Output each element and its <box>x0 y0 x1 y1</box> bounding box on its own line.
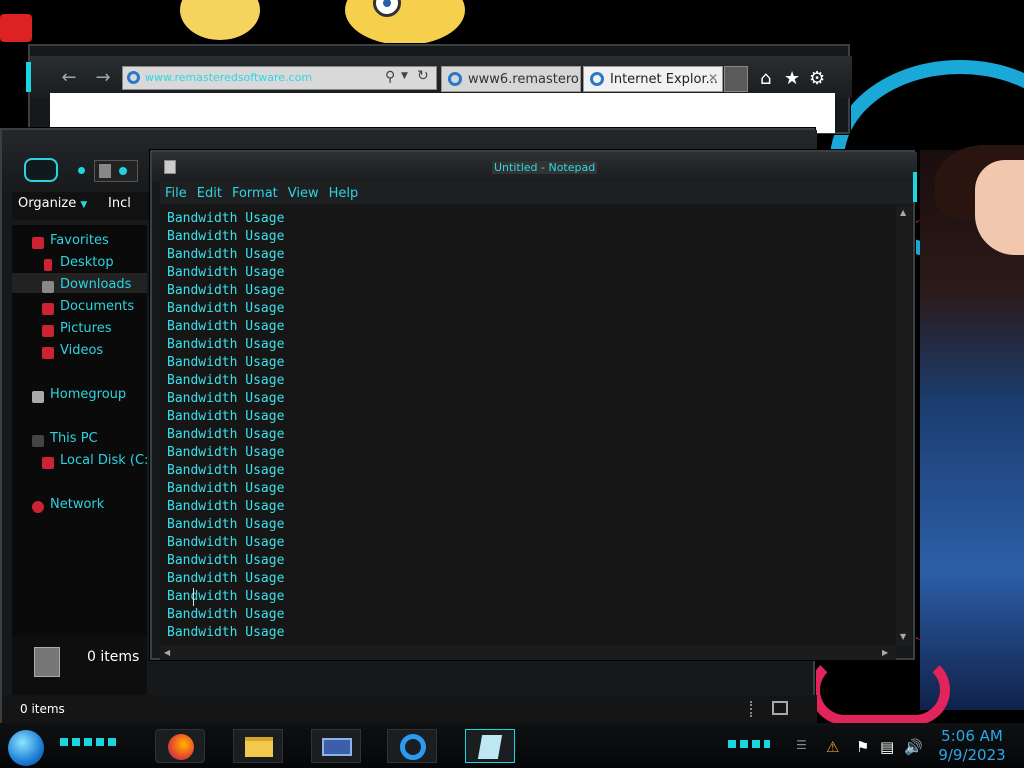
taskbar-accent <box>60 738 116 746</box>
notepad-icon <box>164 160 176 174</box>
ie-page-icon <box>127 71 140 84</box>
notepad-menu-bar: File Edit Format View Help <box>160 182 913 204</box>
details-pane: 0 items <box>12 635 147 695</box>
address-bar[interactable]: www.remasteredsoftware.com ⚲ ▼ ↻ <box>122 66 437 90</box>
tab-remastered[interactable]: www6.remastero... <box>441 66 581 92</box>
clock-date: 9/9/2023 <box>938 746 1006 764</box>
desktop-icon[interactable] <box>0 14 32 42</box>
taskbar-accent <box>728 740 770 748</box>
nav-homegroup[interactable]: Homegroup <box>50 387 126 402</box>
menu-format[interactable]: Format <box>227 183 283 201</box>
nav-network[interactable]: Network <box>50 497 104 512</box>
file-explorer-icon[interactable] <box>233 729 283 763</box>
text-cursor <box>193 588 194 606</box>
start-button[interactable] <box>8 730 44 766</box>
desktop-icon <box>44 259 52 271</box>
scroll-right-arrow-icon[interactable]: ▶ <box>882 648 888 657</box>
scroll-down-arrow-icon[interactable]: ▼ <box>900 632 906 641</box>
show-hidden-icons[interactable]: ☰ <box>796 738 807 752</box>
tab-internet-explorer[interactable]: Internet Explor... ✕ <box>583 66 723 92</box>
nav-pictures[interactable]: Pictures <box>60 321 111 336</box>
nav-this-pc[interactable]: This PC <box>50 431 98 446</box>
internet-explorer-window: ← → www.remasteredsoftware.com ⚲ ▼ ↻ www… <box>26 44 852 134</box>
this-pc-icon <box>32 435 44 447</box>
homegroup-icon <box>32 391 44 403</box>
notepad-titlebar[interactable]: Untitled - Notepad <box>152 152 917 182</box>
organize-label: Organize <box>18 196 77 211</box>
wallpaper-cartoon-character <box>180 0 260 40</box>
menu-help[interactable]: Help <box>324 183 364 201</box>
status-bar: 0 items <box>2 695 817 725</box>
menu-edit[interactable]: Edit <box>192 183 227 201</box>
search-icon[interactable]: ⚲ <box>385 69 395 85</box>
nav-downloads[interactable]: Downloads <box>60 277 131 292</box>
forward-arrow-icon[interactable]: → <box>90 66 116 92</box>
back-arrow-icon[interactable]: ← <box>56 66 82 92</box>
nav-documents[interactable]: Documents <box>60 299 134 314</box>
folder-thumbnail-icon <box>34 647 60 677</box>
notepad-title: Untitled - Notepad <box>492 161 598 174</box>
folder-icon <box>99 164 111 178</box>
tab-label: Internet Explor... <box>610 72 719 87</box>
vertical-scrollbar[interactable]: ▲ ▼ <box>896 206 912 646</box>
menu-view[interactable]: View <box>283 183 324 201</box>
notepad-window: Untitled - Notepad File Edit Format View Hel… <box>150 150 917 660</box>
pictures-icon <box>42 325 54 337</box>
nav-desktop[interactable]: Desktop <box>60 255 114 270</box>
explorer-command-bar: Organize ▼ Incl <box>12 192 152 220</box>
network-icon <box>32 501 44 513</box>
wallpaper-cartoon-face <box>345 0 465 45</box>
breadcrumb[interactable] <box>94 160 138 182</box>
gear-icon[interactable]: ⚙ <box>809 68 825 89</box>
close-tab-icon[interactable]: ✕ <box>708 71 718 85</box>
ie-tab-icon <box>590 72 604 86</box>
large-icons-view-icon[interactable] <box>772 701 788 715</box>
ie-tab-icon <box>448 72 462 86</box>
nav-favorites[interactable]: Favorites <box>50 233 109 248</box>
alert-icon[interactable]: ⚠ <box>826 738 839 756</box>
taskbar-clock[interactable]: 5:06 AM 9/9/2023 <box>930 727 1014 765</box>
notepad-taskbar-icon[interactable] <box>465 729 515 763</box>
videos-icon <box>42 347 54 359</box>
organize-button[interactable]: Organize ▼ <box>18 196 87 211</box>
scroll-left-arrow-icon[interactable]: ◀ <box>164 648 170 657</box>
documents-icon <box>42 303 54 315</box>
dot-icon <box>119 167 127 175</box>
details-view-icon[interactable] <box>750 701 754 717</box>
clock-time: 5:06 AM <box>941 727 1003 745</box>
refresh-icon[interactable]: ↻ <box>417 68 429 84</box>
tab-label: www6.remastero... <box>468 72 581 87</box>
address-url: www.remasteredsoftware.com <box>145 71 313 84</box>
include-in-library-button[interactable]: Incl <box>108 196 131 211</box>
favorites-star-icon <box>32 237 44 249</box>
nav-local-disk[interactable]: Local Disk (C: <box>60 453 148 468</box>
explorer-logo-icon <box>24 158 58 182</box>
dropdown-arrow-icon[interactable]: ▼ <box>401 71 408 81</box>
network-icon[interactable]: ▤ <box>880 738 894 756</box>
firefox-icon[interactable] <box>155 729 205 763</box>
windows-explorer-icon[interactable] <box>311 729 361 763</box>
downloads-icon <box>42 281 54 293</box>
home-icon[interactable]: ⌂ <box>760 68 771 89</box>
wallpaper-pink-arc <box>810 655 950 725</box>
internet-explorer-icon[interactable] <box>387 729 437 763</box>
frame-accent <box>913 172 917 202</box>
status-dot-icon <box>78 167 85 174</box>
local-disk-icon <box>42 457 54 469</box>
action-center-flag-icon[interactable]: ⚑ <box>856 738 869 756</box>
new-tab-button[interactable] <box>724 66 748 92</box>
notepad-content: Bandwidth Usage Bandwidth Usage Bandwidt… <box>167 211 285 640</box>
volume-icon[interactable]: 🔊 <box>904 738 923 756</box>
scroll-up-arrow-icon[interactable]: ▲ <box>900 208 906 217</box>
favorites-star-icon[interactable]: ★ <box>784 68 800 89</box>
frame-accent <box>26 62 31 92</box>
horizontal-scrollbar[interactable]: ◀ ▶ <box>160 646 896 660</box>
nav-videos[interactable]: Videos <box>60 343 103 358</box>
items-count-detail: 0 items <box>87 649 140 665</box>
menu-file[interactable]: File <box>160 183 192 201</box>
notepad-text-area[interactable]: Bandwidth Usage Bandwidth Usage Bandwidt… <box>160 206 896 646</box>
ie-page-content <box>50 93 835 133</box>
status-items-count: 0 items <box>20 702 65 716</box>
